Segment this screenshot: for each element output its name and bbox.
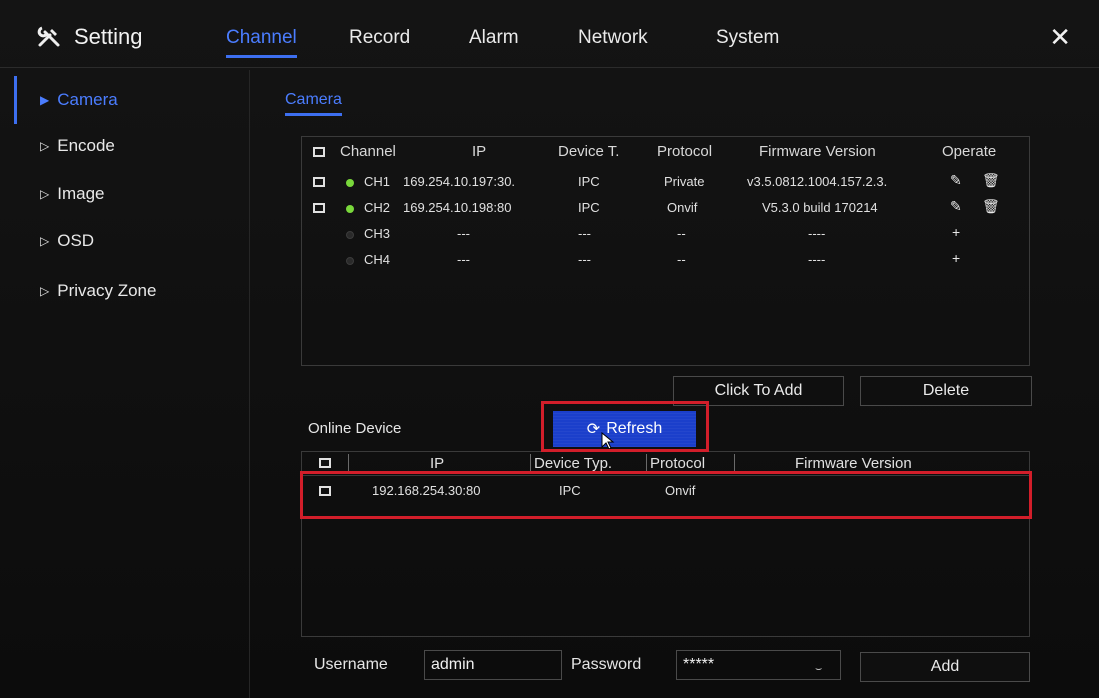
camera-channel-table: Channel IP Device T. Protocol Firmware V… <box>301 136 1030 366</box>
sidebar-active-indicator <box>14 76 17 124</box>
highlight-box-online-row <box>300 471 1032 519</box>
cell-ip: --- <box>457 226 470 241</box>
add-button[interactable]: Add <box>860 652 1030 682</box>
username-label: Username <box>314 656 388 673</box>
status-offline-dot <box>346 231 354 239</box>
cell-channel: CH3 <box>364 226 391 241</box>
trash-icon[interactable]: 🗑 <box>982 198 1000 214</box>
cell-firmware: V5.3.0 build 170214 <box>762 200 878 215</box>
tab-system[interactable]: System <box>716 27 779 49</box>
cell-device-type: IPC <box>578 174 600 189</box>
cell-firmware: ---- <box>808 252 826 267</box>
delete-button[interactable]: Delete <box>860 376 1032 406</box>
select-all-checkbox[interactable] <box>319 458 331 468</box>
status-online-dot <box>346 205 354 213</box>
column-header-protocol: Protocol <box>657 143 713 160</box>
username-input[interactable]: admin <box>424 650 562 680</box>
column-header-firmware: Firmware Version <box>795 455 912 472</box>
trash-icon[interactable]: 🗑 <box>982 172 1000 188</box>
sidebar-item-camera[interactable]: ▶ Camera <box>40 90 118 110</box>
cell-ip: --- <box>457 252 470 267</box>
cell-channel: CH4 <box>364 252 391 267</box>
tab-channel[interactable]: Channel <box>226 27 297 58</box>
plus-icon[interactable]: + <box>952 224 966 240</box>
cell-channel: CH2 <box>364 200 391 215</box>
tab-record[interactable]: Record <box>349 27 410 49</box>
tab-network[interactable]: Network <box>578 27 648 49</box>
cell-device-type: --- <box>578 226 591 241</box>
cell-channel: CH1 <box>364 174 391 189</box>
sidebar-item-privacy-zone[interactable]: ▷ Privacy Zone <box>40 281 156 301</box>
status-online-dot <box>346 179 354 187</box>
dvr-settings-screen: Setting Channel Record Alarm Network Sys… <box>0 0 1099 698</box>
cell-protocol: Onvif <box>667 200 698 215</box>
edit-icon[interactable]: ✎ <box>950 172 964 188</box>
app-title: Setting <box>36 24 143 50</box>
sidebar-item-label: Privacy Zone <box>57 281 157 300</box>
edit-icon[interactable]: ✎ <box>950 198 964 214</box>
cell-firmware: v3.5.0812.1004.157.2.3. <box>747 174 888 189</box>
plus-icon[interactable]: + <box>952 250 966 266</box>
arrow-right-icon: ▶ <box>40 93 50 107</box>
column-header-operate: Operate <box>942 143 997 160</box>
password-label: Password <box>571 656 642 673</box>
sidebar-item-label: Encode <box>57 136 115 155</box>
cell-protocol: -- <box>677 252 686 267</box>
sidebar-item-image[interactable]: ▷ Image <box>40 184 104 204</box>
cell-protocol: Private <box>664 174 705 189</box>
column-header-ip: IP <box>472 143 487 160</box>
cell-ip: 169.254.10.197:30. <box>403 174 516 189</box>
sidebar-item-label: Image <box>57 184 105 203</box>
cell-firmware: ---- <box>808 226 826 241</box>
online-device-label: Online Device <box>308 420 402 437</box>
arrow-right-icon: ▷ <box>40 187 50 201</box>
close-icon[interactable]: ✕ <box>1049 22 1071 53</box>
column-header-firmware: Firmware Version <box>759 143 876 160</box>
eye-closed-icon[interactable]: ⌣ <box>815 663 822 676</box>
column-header-ip: IP <box>430 455 445 472</box>
app-title-text: Setting <box>74 24 143 49</box>
select-all-checkbox[interactable] <box>313 147 325 157</box>
sidebar-item-label: Camera <box>57 90 118 109</box>
sidebar: ▶ Camera ▷ Encode ▷ Image ▷ OSD ▷ Privac… <box>0 70 250 698</box>
cell-ip: 169.254.10.198:80 <box>403 200 512 215</box>
column-header-device-type: Device Typ. <box>534 455 613 472</box>
column-header-channel: Channel <box>340 143 396 160</box>
cell-device-type: --- <box>578 252 591 267</box>
status-offline-dot <box>346 257 354 265</box>
sidebar-item-osd[interactable]: ▷ OSD <box>40 231 94 251</box>
highlight-box-refresh <box>541 401 709 452</box>
sidebar-item-encode[interactable]: ▷ Encode <box>40 136 115 156</box>
row-checkbox[interactable] <box>313 203 325 213</box>
cell-device-type: IPC <box>578 200 600 215</box>
arrow-right-icon: ▷ <box>40 234 50 248</box>
subtab-camera[interactable]: Camera <box>285 91 342 116</box>
sidebar-item-label: OSD <box>57 231 95 250</box>
column-header-protocol: Protocol <box>650 455 706 472</box>
top-bar: Setting Channel Record Alarm Network Sys… <box>0 0 1099 68</box>
column-header-device-type: Device T. <box>558 143 620 160</box>
row-checkbox[interactable] <box>313 177 325 187</box>
arrow-right-icon: ▷ <box>40 139 50 153</box>
tools-icon <box>37 26 60 47</box>
tab-alarm[interactable]: Alarm <box>469 27 519 49</box>
cell-protocol: -- <box>677 226 686 241</box>
arrow-right-icon: ▷ <box>40 284 50 298</box>
